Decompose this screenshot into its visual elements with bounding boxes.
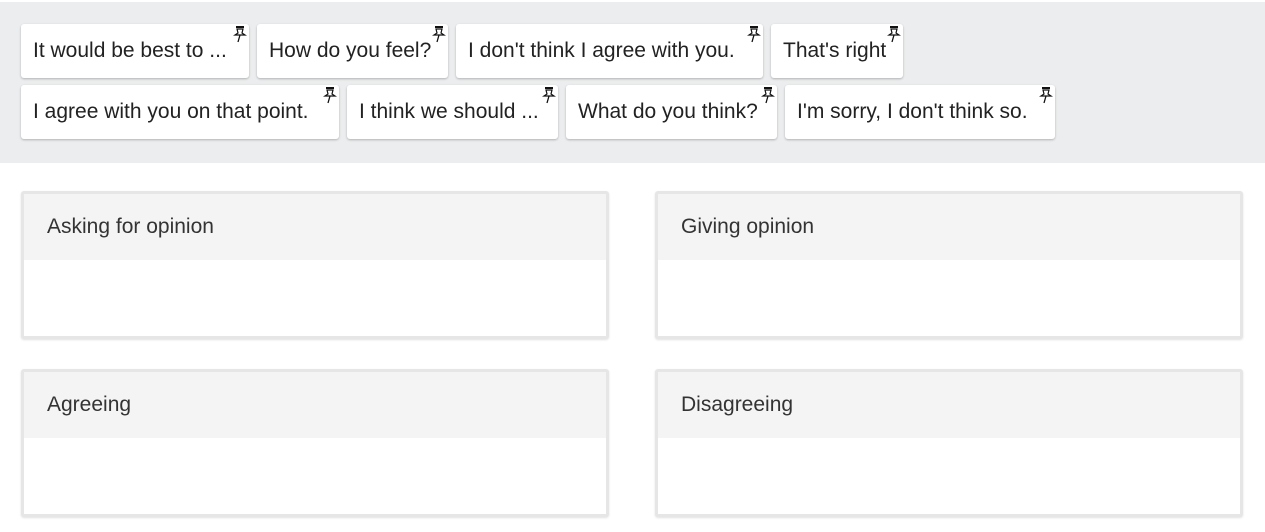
option-chip[interactable]: That's right [771, 24, 903, 78]
options-row-1: It would be best to ... How do you feel?… [21, 24, 903, 78]
hint-pin-icon[interactable] [886, 25, 902, 43]
option-chip[interactable]: I don't think I agree with you. [456, 24, 763, 78]
category-drop-zone[interactable] [658, 260, 1240, 333]
category-drop-zone[interactable] [24, 260, 606, 333]
option-label: I agree with you on that point. [33, 100, 309, 123]
option-chip[interactable]: What do you think? [566, 85, 777, 139]
hint-pin-icon[interactable] [232, 25, 248, 43]
category-title: Disagreeing [658, 372, 1240, 438]
category-disagreeing: Disagreeing [655, 369, 1243, 517]
option-label: What do you think? [578, 100, 758, 123]
option-chip[interactable]: It would be best to ... [21, 24, 249, 78]
hint-pin-icon[interactable] [322, 86, 338, 104]
option-label: How do you feel? [269, 39, 432, 62]
category-title: Agreeing [24, 372, 606, 438]
category-drop-zone[interactable] [658, 438, 1240, 511]
hint-pin-icon[interactable] [541, 86, 557, 104]
option-label: It would be best to ... [33, 39, 227, 62]
hint-pin-icon[interactable] [1038, 86, 1054, 104]
option-chip[interactable]: I think we should ... [347, 85, 558, 139]
hint-pin-icon[interactable] [760, 86, 776, 104]
category-asking-for-opinion: Asking for opinion [21, 191, 609, 339]
option-label: I'm sorry, I don't think so. [797, 100, 1028, 123]
category-agreeing: Agreeing [21, 369, 609, 517]
options-row-2: I agree with you on that point. I think … [21, 85, 1055, 139]
category-giving-opinion: Giving opinion [655, 191, 1243, 339]
option-chip[interactable]: I agree with you on that point. [21, 85, 339, 139]
category-drop-zone[interactable] [24, 438, 606, 511]
hint-pin-icon[interactable] [431, 25, 447, 43]
category-title: Asking for opinion [24, 194, 606, 260]
option-label: I don't think I agree with you. [468, 39, 735, 62]
option-label: That's right [783, 39, 887, 62]
option-chip[interactable]: How do you feel? [257, 24, 448, 78]
hint-pin-icon[interactable] [746, 25, 762, 43]
option-chip[interactable]: I'm sorry, I don't think so. [785, 85, 1055, 139]
option-label: I think we should ... [359, 100, 539, 123]
category-title: Giving opinion [658, 194, 1240, 260]
